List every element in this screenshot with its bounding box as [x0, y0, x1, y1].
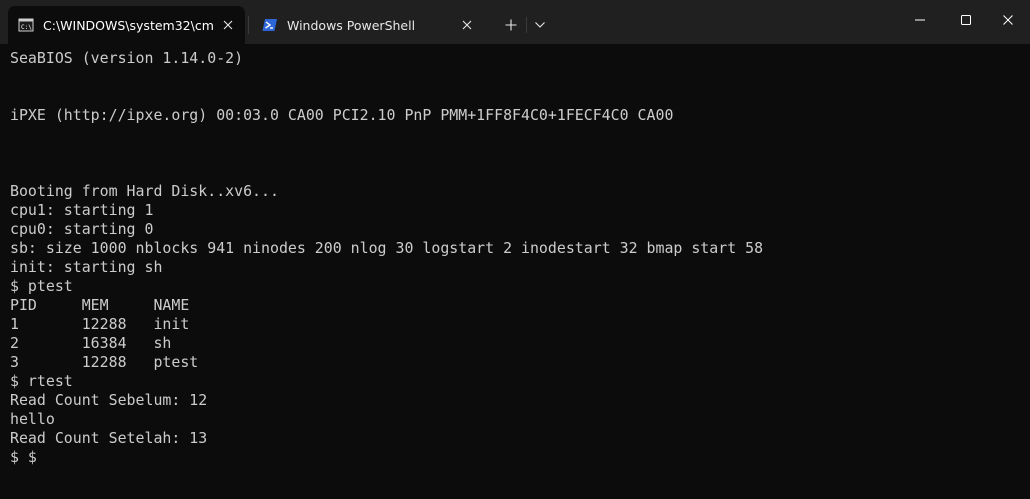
svg-text:C:\: C:\ [21, 24, 32, 31]
plus-icon [505, 19, 517, 31]
tab-cmd[interactable]: C:\ C:\WINDOWS\system32\cmd. [8, 6, 245, 44]
terminal-line: 1 12288 init [10, 315, 190, 333]
close-window-button[interactable] [986, 0, 1030, 40]
terminal-line: cpu0: starting 0 [10, 220, 154, 238]
terminal-lines: SeaBIOS (version 1.14.0-2) iPXE (http://… [10, 49, 763, 467]
chevron-down-icon [535, 22, 545, 28]
minimize-button[interactable] [897, 0, 943, 40]
terminal-output[interactable]: SeaBIOS (version 1.14.0-2) iPXE (http://… [0, 44, 1030, 499]
terminal-line: sb: size 1000 nblocks 941 ninodes 200 nl… [10, 239, 764, 257]
terminal-line: cpu1: starting 1 [10, 201, 154, 219]
close-icon [1003, 15, 1013, 25]
terminal-line: Read Count Setelah: 13 [10, 429, 208, 447]
powershell-icon [262, 19, 277, 31]
close-icon [462, 20, 472, 30]
terminal-line: SeaBIOS (version 1.14.0-2) [10, 49, 244, 67]
terminal-line: PID MEM NAME [10, 296, 190, 314]
terminal-line: Booting from Hard Disk..xv6... [10, 182, 279, 200]
terminal-line: iPXE (http://ipxe.org) 00:03.0 CA00 PCI2… [10, 106, 674, 124]
terminal-line: hello [10, 410, 55, 428]
close-icon [223, 20, 233, 30]
terminal-line: $ $ [10, 448, 37, 466]
terminal-window: C:\ C:\WINDOWS\system32\cmd. Windows Pow… [0, 0, 1030, 499]
tab-strip: C:\ C:\WINDOWS\system32\cmd. Windows Pow… [0, 0, 1030, 44]
terminal-line: Read Count Sebelum: 12 [10, 391, 208, 409]
terminal-line: init: starting sh [10, 258, 163, 276]
terminal-line: 3 12288 ptest [10, 353, 199, 371]
terminal-line: $ ptest [10, 277, 73, 295]
tab-dropdown-button[interactable] [527, 10, 553, 40]
close-tab-button[interactable] [452, 10, 482, 40]
close-tab-button[interactable] [213, 10, 243, 40]
tab-title: Windows PowerShell [287, 17, 416, 33]
cmd-icon: C:\ [18, 18, 34, 32]
terminal-line: $ rtest [10, 372, 73, 390]
tab-title: C:\WINDOWS\system32\cmd. [43, 17, 213, 33]
terminal-line: 2 16384 sh [10, 334, 172, 352]
tab-separator [248, 16, 249, 34]
maximize-button[interactable] [943, 0, 989, 40]
maximize-icon [961, 15, 971, 25]
new-tab-button[interactable] [496, 10, 526, 40]
tab-powershell[interactable]: Windows PowerShell [252, 6, 484, 44]
minimize-icon [915, 19, 925, 21]
